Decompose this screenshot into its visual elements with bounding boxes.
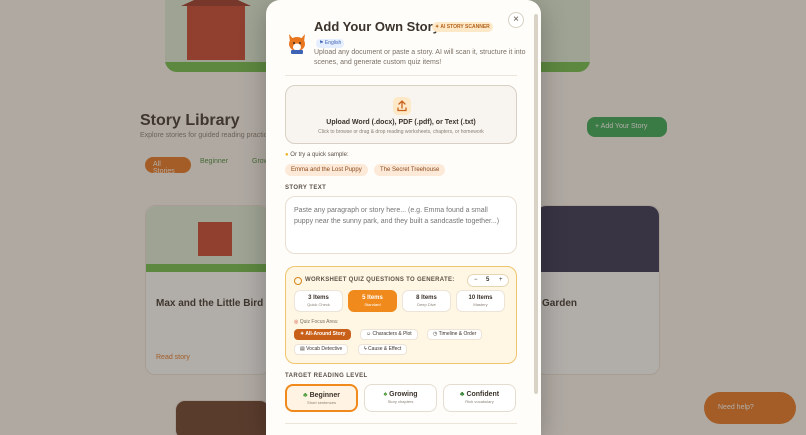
- info-icon: [294, 277, 302, 285]
- stepper-value: 5: [486, 277, 490, 283]
- focus-characters-plot[interactable]: ☺ Characters & Plot: [360, 329, 418, 340]
- quiz-count-3[interactable]: 3 Items Quick Check: [294, 290, 343, 312]
- quiz-focus-label: ◎ Quiz Focus Area:: [294, 319, 338, 325]
- upload-label: Upload Word (.docx), PDF (.pdf), or Text…: [326, 119, 476, 126]
- lightbulb-icon: ●: [285, 152, 289, 158]
- stepper-plus-button[interactable]: +: [499, 277, 503, 283]
- focus-cause-effect[interactable]: ϟ Cause & Effect: [358, 344, 408, 355]
- modal-scrollbar[interactable]: [534, 14, 538, 394]
- level-confident[interactable]: ♣ Confident Rich vocabulary: [443, 384, 516, 412]
- sample-chip-treehouse[interactable]: The Secret Treehouse: [374, 164, 446, 176]
- quiz-count-desc: Standard: [364, 302, 381, 307]
- focus-chip-label: All-Around Story: [305, 331, 346, 337]
- quiz-count-5[interactable]: 5 Items Standard: [348, 290, 397, 312]
- focus-all-around-story[interactable]: ✦ All-Around Story: [294, 329, 352, 340]
- ai-badge-label: AI STORY SCANNER: [440, 24, 490, 30]
- quiz-count-8[interactable]: 8 Items Deep Dive: [402, 290, 451, 312]
- sample-chip-emma[interactable]: Emma and the Lost Puppy: [285, 164, 368, 176]
- divider: [285, 75, 517, 76]
- file-upload-dropzone[interactable]: Upload Word (.docx), PDF (.pdf), or Text…: [285, 85, 517, 144]
- quiz-count-desc: Quick Check: [307, 302, 330, 307]
- target-icon: ◎: [294, 319, 299, 325]
- quiz-count-label: 5 Items: [362, 295, 383, 301]
- level-desc: Story chapters: [387, 399, 414, 404]
- level-growing[interactable]: ♠ Growing Story chapters: [364, 384, 437, 412]
- modal-title: Add Your Own Story: [314, 19, 440, 34]
- ai-scanner-badge: ✦ AI STORY SCANNER: [432, 22, 493, 32]
- level-desc: Rich vocabulary: [465, 399, 494, 404]
- modal-subtitle: Upload any document or paste a story. AI…: [314, 49, 526, 66]
- focus-chip-label: Characters & Plot: [372, 331, 412, 337]
- quiz-count-10[interactable]: 10 Items Mastery: [456, 290, 505, 312]
- upload-icon: [393, 97, 411, 115]
- close-button[interactable]: ×: [508, 12, 524, 28]
- reading-level-label: TARGET READING LEVEL: [285, 373, 368, 379]
- quiz-heading: WORKSHEET QUIZ QUESTIONS TO GENERATE:: [305, 277, 455, 283]
- language-label: English: [324, 40, 342, 46]
- level-name: Confident: [466, 391, 500, 398]
- close-icon: ×: [513, 14, 519, 25]
- fox-icon: [289, 34, 305, 54]
- quiz-count-label: 8 Items: [416, 295, 437, 301]
- quiz-count-desc: Mastery: [473, 302, 488, 307]
- quiz-count-stepper: − 5 +: [467, 274, 509, 287]
- level-beginner[interactable]: ♣ Beginner Short sentences: [285, 384, 358, 412]
- level-name: Beginner: [309, 392, 340, 399]
- divider: [285, 423, 517, 424]
- quiz-settings-panel: WORKSHEET QUIZ QUESTIONS TO GENERATE: − …: [285, 266, 517, 364]
- sample-label-text: Or try a quick sample:: [290, 152, 349, 158]
- stepper-minus-button[interactable]: −: [474, 277, 478, 283]
- story-text-input[interactable]: [285, 196, 517, 254]
- quiz-count-desc: Deep Dive: [417, 302, 436, 307]
- focus-chip-label: Cause & Effect: [368, 346, 402, 352]
- quiz-count-label: 10 Items: [468, 295, 493, 301]
- upload-hint: Click to browse or drag & drop reading w…: [318, 129, 484, 135]
- add-story-modal: × Add Your Own Story ✦ AI STORY SCANNER …: [266, 0, 541, 435]
- sample-label: ● Or try a quick sample:: [285, 152, 349, 158]
- level-desc: Short sentences: [307, 400, 336, 405]
- language-badge: ⚑ English: [316, 39, 345, 48]
- quiz-count-label: 3 Items: [308, 295, 329, 301]
- focus-vocab-detective[interactable]: ▤ Vocab Detective: [294, 344, 349, 355]
- quiz-focus-label-text: Quiz Focus Area:: [299, 319, 339, 325]
- level-name: Growing: [389, 391, 418, 398]
- story-text-label: STORY TEXT: [285, 185, 327, 191]
- focus-chip-label: Vocab Detective: [306, 346, 343, 352]
- focus-chip-label: Timeline & Order: [438, 331, 477, 337]
- focus-timeline-order[interactable]: ◷ Timeline & Order: [427, 329, 483, 340]
